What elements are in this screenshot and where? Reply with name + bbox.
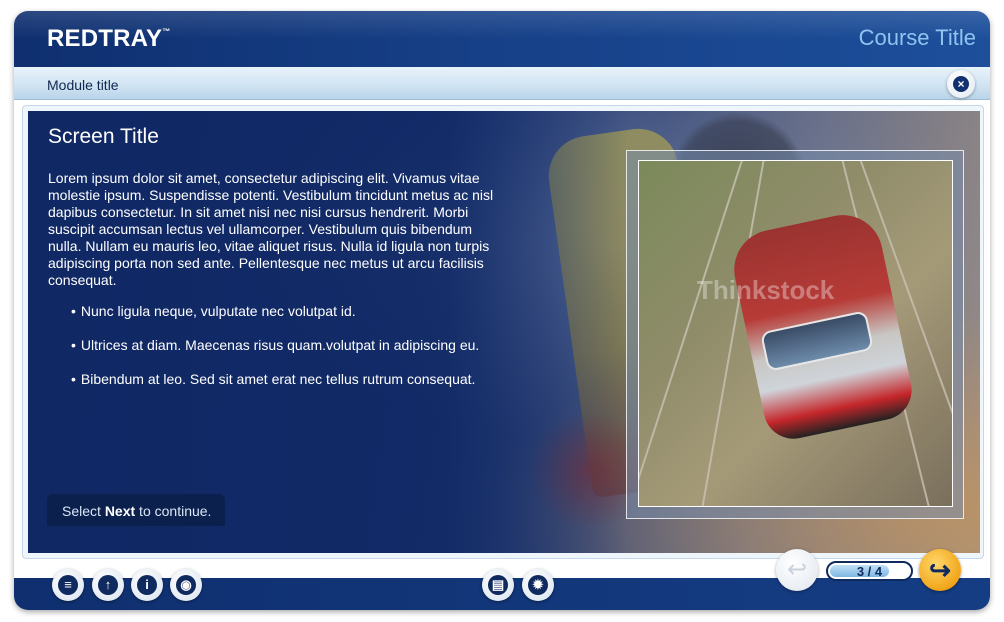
bullet-list: Nunc ligula neque, vulputate nec volutpa…: [71, 303, 511, 405]
page-counter: 3 / 4: [826, 561, 913, 581]
content-box: Screen Title Lorem ipsum dolor sit amet,…: [22, 105, 984, 559]
up-button[interactable]: ↑: [92, 569, 124, 601]
view-button[interactable]: ◉: [170, 569, 202, 601]
bullet-item: Ultrices at diam. Maecenas risus quam.vo…: [71, 337, 511, 354]
header: REDTRAY™ Course Title: [14, 11, 990, 67]
close-icon: ×: [953, 76, 969, 92]
info-icon: i: [137, 575, 157, 595]
screen-title: Screen Title: [48, 125, 159, 148]
page-counter-text: 3 / 4: [856, 564, 883, 579]
next-button[interactable]: ↪: [919, 549, 961, 591]
list-icon: ≡: [58, 575, 78, 595]
close-button[interactable]: ×: [947, 70, 975, 98]
info-button[interactable]: i: [131, 569, 163, 601]
print-button[interactable]: ▤: [482, 569, 514, 601]
redtray-logo: REDTRAY™: [47, 25, 171, 52]
app-frame: REDTRAY™ Course Title Module title × Scr…: [14, 11, 990, 610]
back-arrow-icon: ↩: [786, 556, 808, 583]
module-title: Module title: [47, 77, 119, 93]
next-arrow-icon: ↪: [929, 555, 951, 585]
screen-stage: Screen Title Lorem ipsum dolor sit amet,…: [28, 111, 980, 553]
rail-track: [639, 161, 746, 506]
menu-button[interactable]: ≡: [52, 569, 84, 601]
photo-frame: Thinkstock: [626, 150, 964, 519]
up-arrow-icon: ↑: [98, 575, 118, 595]
photo-watermark: Thinkstock: [697, 275, 835, 305]
body-paragraph: Lorem ipsum dolor sit amet, consectetur …: [48, 170, 494, 288]
module-bar: Module title ×: [14, 67, 990, 100]
back-button[interactable]: ↩: [776, 549, 818, 591]
course-title: Course Title: [858, 25, 976, 50]
settings-button[interactable]: ✹: [522, 569, 554, 601]
printer-icon: ▤: [488, 575, 508, 595]
continue-prompt: Select Next to continue.: [47, 494, 225, 526]
eye-icon: ◉: [176, 575, 196, 595]
bullet-item: Bibendum at leo. Sed sit amet erat nec t…: [71, 371, 511, 388]
continue-text: Select Next to continue.: [62, 503, 212, 519]
train-photo: Thinkstock: [638, 160, 953, 507]
bullet-item: Nunc ligula neque, vulputate nec volutpa…: [71, 303, 511, 320]
gear-icon: ✹: [528, 575, 548, 595]
